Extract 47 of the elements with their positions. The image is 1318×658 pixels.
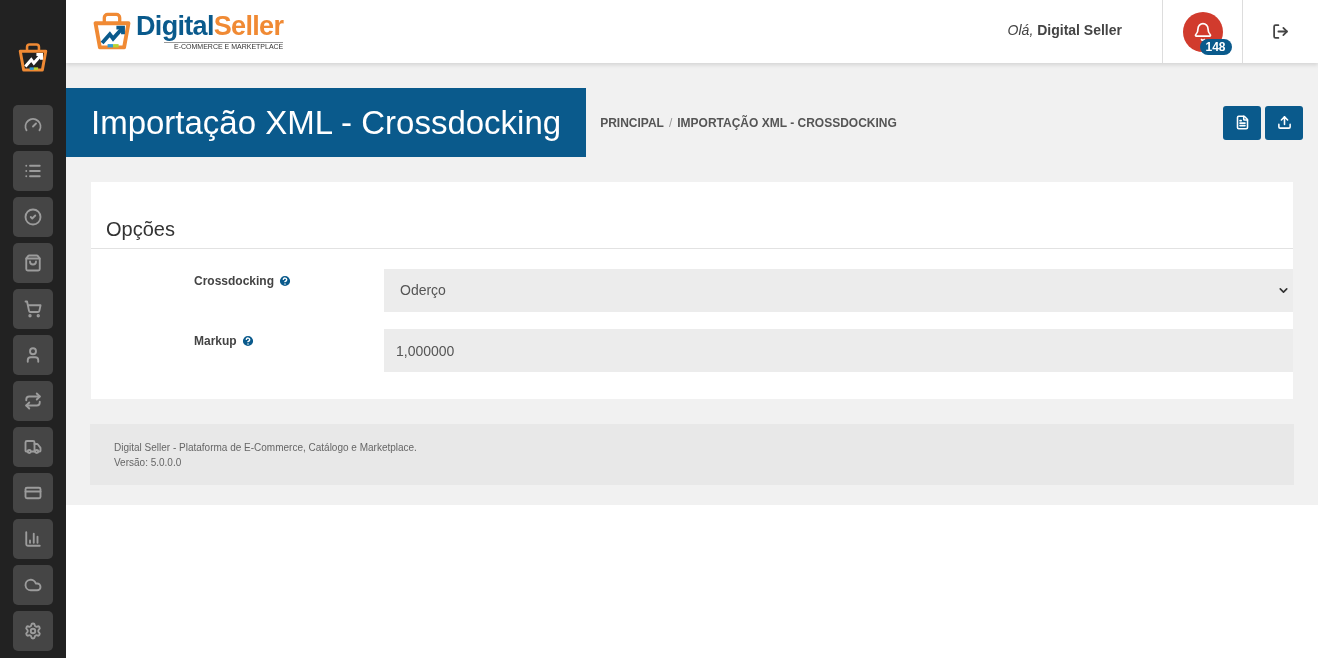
crossdocking-select[interactable]: Oderço: [384, 269, 1293, 312]
notifications-button[interactable]: [1182, 11, 1223, 52]
sidebar-item[interactable]: [13, 289, 53, 329]
footer-text: Versão: 5.0.0.0: [114, 455, 183, 470]
sidebar-item[interactable]: [13, 197, 53, 237]
markup-field[interactable]: 1,000000: [384, 329, 1293, 372]
sidebar-item[interactable]: [13, 565, 53, 605]
cart-icon: [24, 300, 42, 318]
document-icon: [1234, 115, 1250, 130]
section-title: Opções: [91, 182, 1293, 249]
sidebar-item[interactable]: [13, 473, 53, 513]
bell-icon: [1192, 21, 1213, 42]
sidebar-item[interactable]: [13, 151, 53, 191]
bar-chart-icon: [24, 530, 42, 548]
greeting-text: Olá, Digital Seller: [1007, 21, 1122, 40]
breadcrumb-separator: /: [668, 114, 673, 132]
repeat-icon: [24, 392, 42, 410]
breadcrumb-item[interactable]: IMPORTAÇÃO XML - CROSSDOCKING: [677, 113, 897, 132]
settings-icon: [24, 622, 42, 640]
sidebar-item[interactable]: [13, 611, 53, 651]
card-icon: [24, 484, 42, 502]
logout-icon: [1272, 23, 1289, 40]
help-icon[interactable]: [278, 274, 292, 288]
document-button[interactable]: [1223, 105, 1261, 140]
logout-button[interactable]: [1270, 21, 1291, 42]
footer-text: Digital Seller - Plataforma de E-Commerce, Catálogo e Marketplace.: [114, 440, 418, 455]
gauge-icon: [24, 116, 42, 134]
sidebar-item[interactable]: [13, 519, 53, 559]
sidebar-item[interactable]: [13, 105, 53, 145]
upload-icon: [1276, 115, 1292, 130]
sidebar-item[interactable]: [13, 243, 53, 283]
sidebar-item[interactable]: [13, 335, 53, 375]
list-icon: [24, 162, 42, 180]
sidebar-item[interactable]: [13, 427, 53, 467]
sidebar-item[interactable]: [13, 381, 53, 421]
help-icon[interactable]: [240, 334, 255, 348]
user-icon: [24, 346, 42, 364]
truck-icon: [24, 438, 42, 456]
check-icon: [24, 208, 42, 226]
page-title: Importação XML - Crossdocking: [66, 88, 587, 157]
bag-icon: [24, 254, 42, 272]
cloud-icon: [24, 576, 42, 594]
upload-button[interactable]: [1265, 105, 1303, 140]
logo-text: DigitalSeller: [136, 13, 284, 40]
field-label: Crossdocking: [194, 273, 274, 290]
breadcrumb-item[interactable]: PRINCIPAL: [600, 113, 664, 132]
field-label: Markup: [194, 333, 237, 350]
